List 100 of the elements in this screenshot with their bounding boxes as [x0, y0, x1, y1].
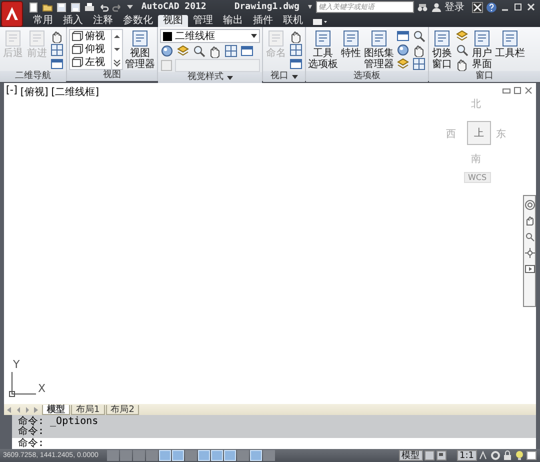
viewport-control[interactable]: [俯视] — [20, 85, 48, 99]
layout-tab[interactable]: 布局1 — [71, 404, 105, 414]
visual-style-dropdown[interactable]: 二维线框 — [160, 29, 260, 43]
status-toggle[interactable] — [224, 450, 236, 461]
magnifier-icon[interactable] — [192, 44, 206, 58]
panel-title: 二维导航 — [15, 71, 51, 82]
cube-face[interactable]: 上 — [467, 121, 491, 145]
layers-icon[interactable] — [396, 57, 410, 71]
orbit-icon[interactable] — [524, 248, 534, 258]
ribbon-tab[interactable]: 插入 — [58, 15, 88, 27]
annotation-icon[interactable] — [478, 450, 489, 461]
status-toggle[interactable] — [211, 450, 224, 461]
status-toggle[interactable] — [185, 450, 198, 461]
view-list-item[interactable]: 仰视 — [70, 43, 111, 56]
ribbon-button[interactable]: 图纸集 管理器 — [364, 29, 394, 70]
ribbon-button[interactable]: 工具 选项板 — [308, 29, 338, 70]
ribbon-button[interactable]: 特性 — [340, 29, 362, 59]
user-icon[interactable] — [430, 2, 442, 12]
dropdown-icon[interactable] — [251, 32, 257, 40]
ribbon-tab[interactable]: 参数化 — [118, 15, 158, 27]
layers-icon[interactable] — [176, 44, 190, 58]
window-icon[interactable] — [50, 57, 64, 71]
open-folder-icon[interactable] — [42, 2, 53, 12]
command-input[interactable]: 命令: — [12, 438, 536, 449]
ribbon-tab[interactable]: 常用 — [28, 15, 58, 27]
maximize-icon[interactable] — [513, 86, 522, 95]
window-icon[interactable] — [396, 29, 410, 43]
zoom-icon[interactable] — [524, 232, 534, 242]
hand-icon[interactable] — [50, 29, 64, 43]
new-file-icon[interactable] — [28, 2, 39, 12]
status-toggle[interactable] — [146, 450, 158, 461]
grid-icon[interactable] — [224, 44, 238, 58]
binoculars-icon[interactable] — [416, 2, 428, 12]
viewcube[interactable]: 北 东 南 西 上 WCS — [444, 97, 514, 197]
status-toggle[interactable] — [133, 450, 146, 461]
clean-screen-icon[interactable] — [526, 450, 537, 461]
status-toggle[interactable] — [159, 450, 172, 461]
status-toggle[interactable] — [172, 450, 184, 461]
view-list-item[interactable]: 俯视 — [70, 30, 111, 43]
undo-icon[interactable] — [98, 2, 109, 12]
gear-icon[interactable] — [490, 450, 501, 461]
ribbon-tab[interactable]: 输出 — [218, 15, 248, 27]
status-toggle[interactable] — [107, 450, 120, 461]
restore-icon[interactable] — [502, 86, 511, 95]
ribbon-icon — [266, 29, 286, 48]
dropdown-icon[interactable] — [226, 74, 232, 80]
sign-in-link[interactable]: 登录 — [444, 0, 465, 14]
view-list-item[interactable]: 左视 — [70, 56, 111, 69]
layout-icon[interactable] — [424, 450, 435, 461]
magnifier-icon[interactable] — [412, 29, 426, 43]
grid-icon[interactable] — [50, 43, 64, 57]
sphere-icon[interactable] — [160, 44, 174, 58]
steering-wheel-icon[interactable] — [524, 200, 534, 210]
status-toggle[interactable] — [263, 450, 276, 461]
ribbon-button[interactable]: 视图 管理器 — [125, 29, 155, 70]
grid-icon[interactable] — [289, 43, 303, 57]
sphere-icon[interactable] — [396, 43, 410, 57]
hand-icon[interactable] — [208, 44, 222, 58]
hand-icon[interactable] — [412, 43, 426, 57]
status-toggle[interactable] — [120, 450, 132, 461]
ribbon-tab[interactable]: 视图 — [158, 15, 188, 27]
lock-icon[interactable] — [502, 450, 513, 461]
app-menu-icon[interactable] — [1, 0, 23, 26]
viewport-control[interactable]: [二维线框] — [51, 85, 100, 99]
window-icon[interactable] — [240, 44, 254, 58]
panel-toggle-icon[interactable] — [312, 17, 328, 27]
ribbon-tab[interactable]: 注释 — [88, 15, 118, 27]
status-toggle[interactable] — [250, 450, 262, 461]
hand-icon[interactable] — [289, 29, 303, 43]
grid-icon[interactable] — [412, 57, 426, 71]
ribbon-button[interactable]: 工具栏 — [495, 29, 525, 59]
save-icon[interactable] — [56, 2, 67, 12]
ribbon-icon — [500, 29, 520, 48]
hand-icon[interactable] — [524, 216, 534, 226]
magnifier-icon[interactable] — [455, 43, 469, 57]
help-icon[interactable] — [486, 2, 497, 12]
viewport-control[interactable]: [-] — [6, 85, 18, 99]
status-toggle[interactable] — [198, 450, 210, 461]
printer-icon[interactable] — [84, 2, 95, 12]
layout-tab[interactable]: 布局2 — [106, 404, 140, 414]
close-icon[interactable] — [524, 86, 533, 95]
window-icon[interactable] — [289, 57, 303, 71]
layout-icon[interactable] — [436, 450, 447, 461]
layout-tab[interactable]: 模型 — [42, 404, 70, 414]
ribbon-tab[interactable]: 联机 — [278, 15, 308, 27]
status-toggle[interactable] — [237, 450, 250, 461]
save-icon[interactable] — [70, 2, 81, 12]
hand-icon[interactable] — [455, 57, 469, 71]
annotation-scale[interactable]: 1:1 — [456, 450, 477, 461]
redo-icon[interactable] — [112, 2, 123, 12]
layers-icon[interactable] — [455, 29, 469, 43]
bulb-icon[interactable] — [514, 450, 525, 461]
ribbon-button[interactable]: 切换 窗口 — [431, 29, 453, 70]
showmotion-icon[interactable] — [524, 264, 534, 274]
ribbon-icon — [472, 29, 492, 48]
ribbon-button[interactable]: 用户 界面 — [471, 29, 493, 70]
ribbon-tab[interactable]: 插件 — [248, 15, 278, 27]
dropdown-icon[interactable] — [292, 74, 298, 80]
model-space-button[interactable]: 模型 — [398, 450, 423, 461]
ribbon-tab[interactable]: 管理 — [188, 15, 218, 27]
